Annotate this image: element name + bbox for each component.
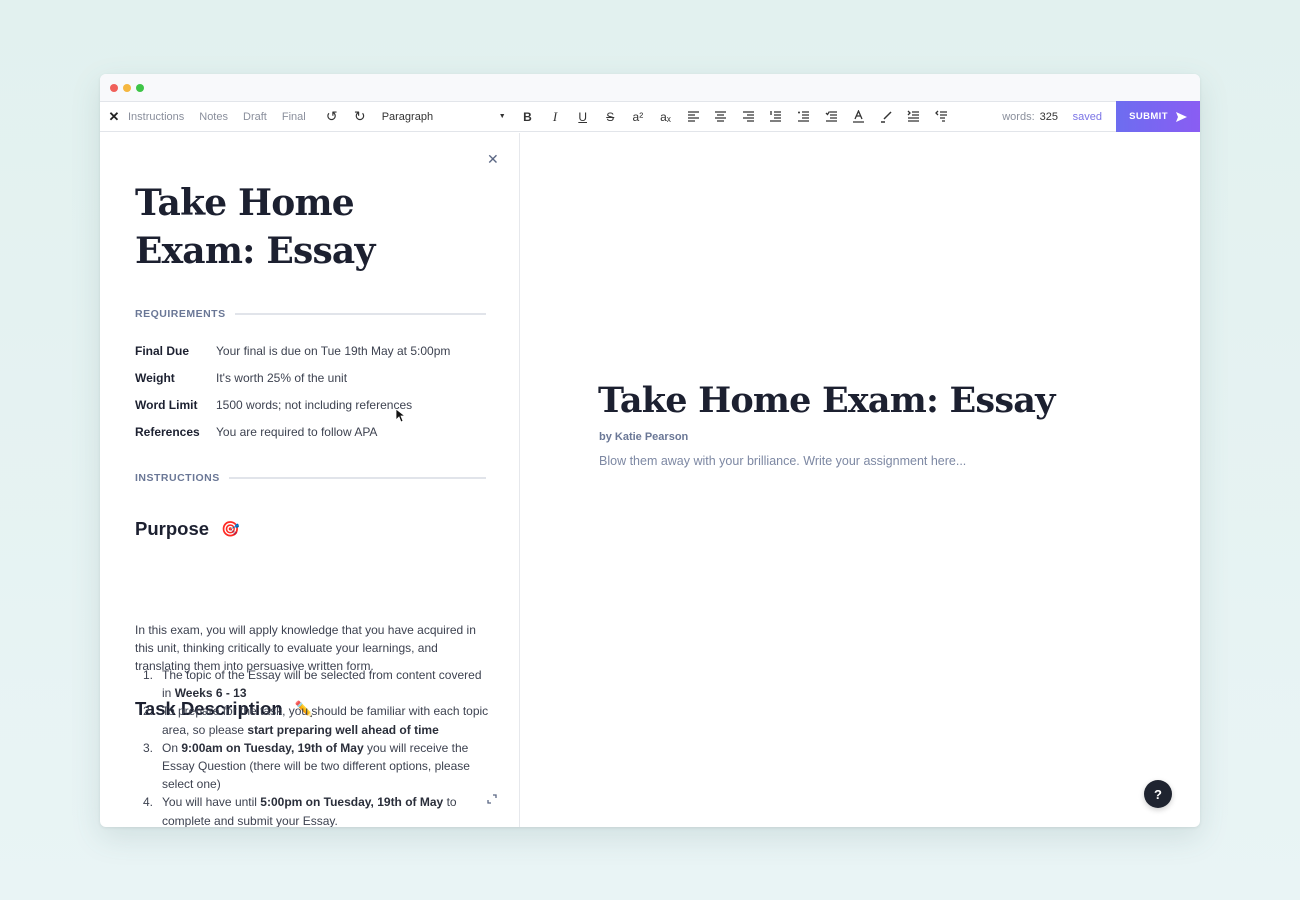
instructions-heading: INSTRUCTIONS: [135, 472, 486, 484]
redo-icon[interactable]: ↻: [346, 108, 374, 125]
highlight-button[interactable]: [872, 102, 900, 132]
requirement-value: It's worth 25% of the unit: [216, 370, 348, 385]
requirement-row: Weight It's worth 25% of the unit: [135, 364, 450, 391]
check-list-icon: [825, 111, 837, 122]
editor-window: ✕ Instructions Notes Draft Final ↺ ↻ Par…: [100, 74, 1200, 827]
text-color-icon: [853, 110, 865, 123]
window-maximize-button[interactable]: [136, 83, 144, 92]
tab-final[interactable]: Final: [282, 111, 306, 123]
tab-draft[interactable]: Draft: [243, 111, 267, 123]
document-title[interactable]: Take Home Exam: Essay: [598, 380, 1055, 421]
divider: [234, 313, 486, 315]
list-text-pre: You will have until: [162, 795, 261, 810]
send-icon: [1175, 111, 1187, 122]
requirement-row: Final Due Your final is due on Tue 19th …: [135, 337, 450, 364]
superscript-button[interactable]: a²: [624, 102, 652, 132]
panel-title: Take Home Exam: Essay: [135, 182, 375, 272]
close-panel-icon[interactable]: ✕: [487, 151, 499, 168]
block-format-value: Paragraph: [381, 110, 434, 123]
subscript-button[interactable]: aₓ: [652, 102, 680, 132]
align-right-button[interactable]: [734, 102, 762, 132]
purpose-heading-label: Purpose: [135, 518, 210, 539]
list-number: 4.: [143, 795, 154, 810]
align-center-button[interactable]: [707, 102, 735, 132]
close-icon[interactable]: ✕: [100, 109, 128, 125]
requirement-value: 1500 words; not including references: [216, 397, 413, 412]
requirement-key: Word Limit: [135, 397, 198, 412]
target-icon: 🎯: [221, 521, 240, 538]
chevron-down-icon: ▼: [498, 113, 506, 120]
word-count-label: words:: [1002, 110, 1035, 123]
list-text-bold: 5:00pm on Tuesday, 19th of May: [260, 795, 444, 810]
divider: [228, 477, 486, 479]
align-center-icon: [715, 111, 727, 122]
list-item: 4. You will have until 5:00pm on Tuesday…: [135, 793, 490, 827]
bullet-list-icon: [797, 111, 809, 122]
author-byline: by Katie Pearson: [599, 431, 689, 443]
list-text-bold: start preparing well ahead of time: [247, 722, 439, 737]
ordered-list-icon: [770, 111, 782, 122]
list-number: 3.: [143, 740, 154, 755]
bullet-list-button[interactable]: [790, 102, 818, 132]
underline-button[interactable]: U: [569, 102, 597, 132]
requirements-heading-label: REQUIREMENTS: [135, 308, 226, 320]
list-text-bold: 9:00am on Tuesday, 19th of May: [181, 740, 364, 755]
submit-label: SUBMIT: [1129, 111, 1168, 122]
help-button[interactable]: ?: [1144, 780, 1172, 808]
mouse-cursor-icon: [396, 409, 406, 423]
editor-body-input[interactable]: Blow them away with your brilliance. Wri…: [599, 454, 966, 468]
check-list-button[interactable]: [817, 102, 845, 132]
save-status: saved: [1072, 110, 1102, 123]
block-format-select[interactable]: Paragraph ▼: [382, 111, 510, 123]
expand-icon[interactable]: [486, 793, 498, 805]
word-count: words: 325: [1002, 111, 1058, 123]
requirement-key: Weight: [135, 370, 175, 385]
editor-area[interactable]: Take Home Exam: Essay by Katie Pearson B…: [521, 133, 1200, 827]
list-number: 2.: [143, 704, 154, 719]
text-color-button[interactable]: [845, 102, 873, 132]
requirement-value: You are required to follow APA: [216, 424, 378, 439]
list-text-pre: On: [162, 740, 182, 755]
list-text: The topic of the Essay will be selected …: [162, 666, 490, 702]
requirements-table: Final Due Your final is due on Tue 19th …: [135, 337, 450, 445]
requirement-value: Your final is due on Tue 19th May at 5:0…: [216, 343, 451, 358]
align-left-icon: [687, 111, 699, 122]
purpose-heading: Purpose 🎯: [135, 518, 240, 540]
highlighter-icon: [880, 111, 892, 123]
list-item: 1. The topic of the Essay will be select…: [135, 666, 490, 702]
outdent-icon: [934, 110, 947, 122]
instructions-heading-label: INSTRUCTIONS: [135, 472, 220, 484]
list-text: You will have until 5:00pm on Tuesday, 1…: [162, 793, 490, 827]
requirement-key: References: [135, 424, 200, 439]
submit-button[interactable]: SUBMIT: [1116, 101, 1200, 132]
align-right-icon: [742, 111, 754, 122]
instructions-panel: ✕ Take Home Exam: Essay REQUIREMENTS Fin…: [100, 133, 520, 827]
indent-icon: [907, 110, 920, 122]
align-left-button[interactable]: [679, 102, 707, 132]
ordered-list-button[interactable]: [762, 102, 790, 132]
requirements-heading: REQUIREMENTS: [135, 308, 486, 320]
toolbar: ✕ Instructions Notes Draft Final ↺ ↻ Par…: [100, 101, 1200, 132]
window-close-button[interactable]: [110, 83, 118, 92]
title-bar: [100, 74, 1200, 102]
window-minimize-button[interactable]: [123, 83, 131, 92]
word-count-value: 325: [1039, 110, 1058, 123]
bold-button[interactable]: B: [514, 102, 542, 132]
undo-icon[interactable]: ↺: [318, 108, 346, 125]
list-item: 2. To prepare for the task, you should b…: [135, 702, 490, 738]
list-item: 3. On 9:00am on Tuesday, 19th of May you…: [135, 739, 490, 794]
tab-instructions[interactable]: Instructions: [128, 111, 184, 123]
tab-notes[interactable]: Notes: [199, 111, 228, 123]
task-list: 1. The topic of the Essay will be select…: [135, 666, 490, 827]
list-text-bold: Weeks 6 - 13: [174, 686, 247, 701]
requirement-key: Final Due: [135, 343, 190, 358]
outdent-button[interactable]: [928, 102, 956, 132]
italic-button[interactable]: I: [541, 102, 569, 132]
indent-button[interactable]: [900, 102, 928, 132]
list-text: To prepare for the task, you should be f…: [162, 702, 490, 738]
list-text: On 9:00am on Tuesday, 19th of May you wi…: [162, 739, 490, 794]
list-number: 1.: [143, 668, 154, 682]
strikethrough-button[interactable]: S: [596, 102, 624, 132]
